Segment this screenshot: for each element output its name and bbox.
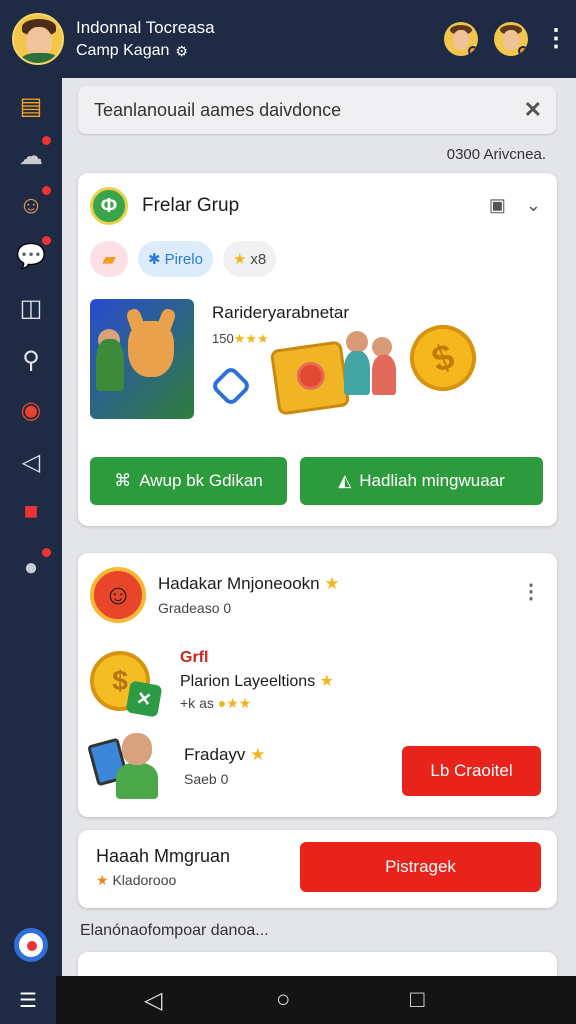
ball-icon[interactable] (0, 914, 62, 976)
row-line2: Plarion Layeeltions (180, 673, 316, 690)
overflow-menu-icon[interactable]: ⋮ (544, 27, 568, 51)
star-chip-icon: ★ (232, 251, 247, 268)
bookmark-icon[interactable]: ▣ (489, 195, 506, 216)
home-icon[interactable]: ○ (276, 986, 291, 1014)
coin-reward-icon: $ ✕ (90, 650, 163, 718)
cloud-icon[interactable]: ☁ (13, 136, 51, 174)
friend-avatar-2[interactable] (494, 22, 528, 56)
back-icon[interactable]: ◁ (144, 986, 162, 1015)
bell-icon[interactable]: ● (13, 548, 51, 586)
row-title: Fradayv (184, 745, 246, 764)
settings-gear-icon[interactable]: ⚙ (175, 43, 188, 60)
register-button[interactable]: Pistragek (300, 842, 541, 892)
profile-avatar[interactable] (12, 13, 64, 65)
row-sub: Saeb 0 (184, 771, 229, 787)
header-title-block: Indonnal Tocreasa Camp Kagan ⚙ (76, 18, 215, 60)
target-icon[interactable]: ◉ (13, 392, 49, 428)
chip-stars[interactable]: ★ x8 (222, 241, 277, 277)
gift-chip-icon: ▰ (102, 248, 116, 269)
board-icon[interactable]: ◫ (13, 290, 49, 326)
reward-icon: ◭ (338, 471, 352, 490)
characters-illustration (344, 331, 400, 417)
folder-icon[interactable]: ▤ (13, 88, 49, 124)
overflow-menu-icon[interactable]: ⋮ (521, 579, 541, 604)
header-title: Indonnal Tocreasa (76, 18, 215, 37)
game-thumbnail[interactable] (90, 299, 194, 419)
coin-icon: $ (400, 315, 486, 401)
chip-pirelo-label: Pirelo (164, 250, 203, 268)
star-icon: ★ (96, 872, 109, 888)
chip-gift[interactable]: ▰ (90, 241, 128, 277)
tablet-kid-icon (87, 733, 160, 799)
group-title: Frelar Grup (142, 195, 240, 216)
gem-icon (209, 364, 253, 408)
row-sub: +k as (180, 695, 214, 711)
list-item[interactable]: Fradayv ★ Saeb 0 (87, 733, 265, 799)
search-bar[interactable]: ✕ (78, 86, 556, 134)
friend-avatar-1[interactable] (444, 22, 478, 56)
join-group-button[interactable]: ⌘ Awup bk Gdikan (90, 457, 287, 505)
treasure-chest-icon (269, 340, 351, 416)
game-rating: 150★★★ (212, 331, 269, 346)
create-button[interactable]: Lb Craoitel (402, 746, 541, 796)
clear-search-icon[interactable]: ✕ (524, 97, 542, 123)
search-icon[interactable]: ⚲ (13, 342, 49, 378)
row-title: Grfl (180, 649, 209, 666)
gift-icon[interactable]: ■ (13, 494, 49, 530)
row-title: Hadakar Mnjoneookn (158, 574, 320, 593)
weekly-reward-label: Hadliah mingwuaar (359, 471, 505, 490)
weekly-sub: ★ Kladorooo (96, 872, 177, 888)
chip-stars-label: x8 (250, 250, 267, 268)
header-subtitle-row: Camp Kagan ⚙ (76, 42, 215, 60)
avatar-icon[interactable]: ☺ (13, 186, 51, 224)
menu-list-icon[interactable]: ☰ (0, 976, 56, 1024)
weekly-card: Haaah Mmgruan ★ Kladorooo Pistragek (78, 830, 557, 908)
chip-pirelo[interactable]: ✱ Pirelo (138, 241, 213, 277)
chevron-down-icon[interactable]: ⌄ (526, 195, 541, 216)
results-count: 0300 Arivcnea. (446, 146, 546, 163)
share-icon[interactable]: ◁ (13, 444, 49, 480)
chat-icon[interactable]: 💬 (13, 236, 51, 274)
group-card: Φ Frelar Grup ▣ ⌄ ▰ ✱ Pirelo ★ x8 Raridery… (78, 173, 557, 526)
sun-mascot-icon: ☺ (90, 567, 146, 623)
recents-icon[interactable]: □ (410, 986, 425, 1014)
top-app-bar: Indonnal Tocreasa Camp Kagan ⚙ ⋮ (0, 0, 576, 78)
list-item[interactable]: ☺ Hadakar Mnjoneookn ★ Gradeaso 0 (90, 567, 340, 623)
row-sub: Gradeaso 0 (158, 600, 232, 616)
puzzle-icon: ✱ (148, 251, 161, 268)
join-group-label: Awup bk Gdikan (139, 471, 263, 490)
search-input[interactable] (94, 99, 524, 121)
left-sidebar: ▤ ☁ ☺ 💬 ◫ ⚲ ◉ ◁ ■ ● (0, 78, 62, 976)
header-subtitle: Camp Kagan (76, 42, 170, 59)
list-item[interactable]: $ ✕ Grfl Plarion Layeeltions ★ +k as ●★★ (90, 649, 334, 718)
weekly-title: Haaah Mmgruan (96, 846, 231, 866)
game-title: Rarideryarabnetar (212, 303, 350, 322)
join-icon: ⌘ (114, 471, 132, 490)
group-logo-icon: Φ (90, 187, 128, 225)
section-label: Elanónaofompoar danoa... (80, 922, 269, 939)
rewards-card: ☺ Hadakar Mnjoneookn ★ Gradeaso 0 ⋮ $ ✕ G… (78, 553, 557, 817)
weekly-reward-button[interactable]: ◭ Hadliah mingwuaar (300, 457, 543, 505)
system-nav-bar: ☰ ◁ ○ □ (0, 976, 576, 1024)
